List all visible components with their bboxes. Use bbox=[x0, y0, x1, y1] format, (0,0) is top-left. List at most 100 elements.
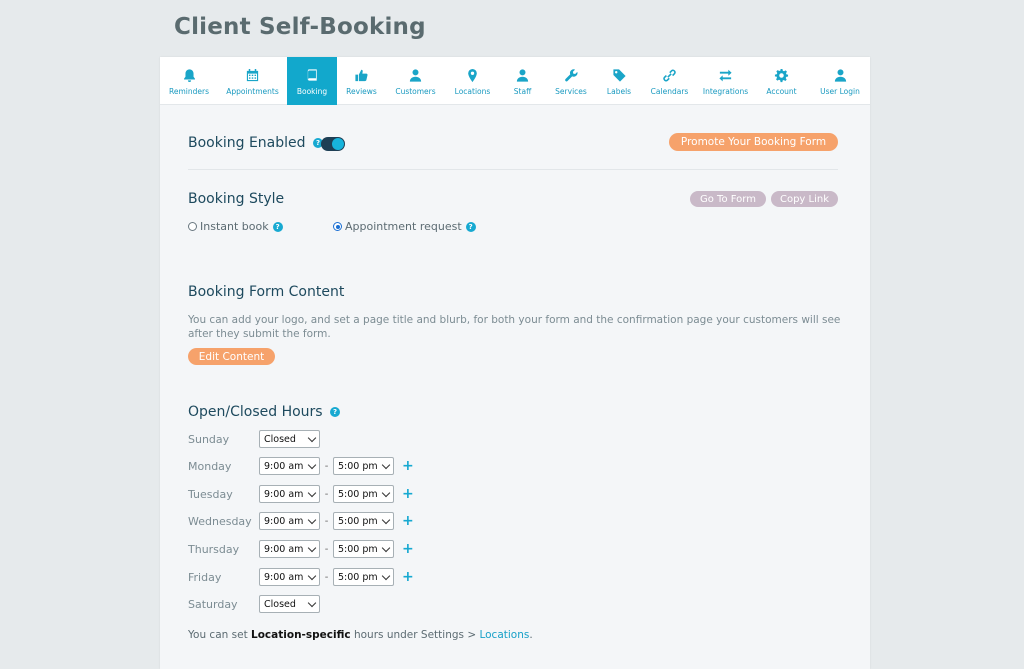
tab-customers[interactable]: Customers bbox=[386, 57, 445, 105]
help-icon[interactable]: ? bbox=[465, 221, 476, 232]
add-hours-button[interactable]: + bbox=[402, 514, 414, 528]
open-time-select[interactable]: 9:00 am bbox=[259, 540, 320, 558]
add-hours-button[interactable]: + bbox=[402, 459, 414, 473]
tab-user-login[interactable]: User Login bbox=[810, 57, 870, 105]
note-text: . bbox=[529, 629, 533, 641]
instant-book-label: Instant book bbox=[200, 220, 269, 233]
chevron-down-icon bbox=[307, 433, 317, 442]
tab-label: Services bbox=[555, 87, 587, 96]
open-time-select-value: 9:00 am bbox=[264, 488, 304, 500]
book-icon bbox=[304, 67, 320, 83]
chevron-down-icon bbox=[381, 488, 391, 497]
tab-integrations[interactable]: Integrations bbox=[698, 57, 753, 105]
tab-label: Staff bbox=[513, 87, 532, 96]
tab-label: Calendars bbox=[650, 87, 689, 96]
booking-style-heading: Booking Style bbox=[188, 191, 285, 207]
tab-reviews[interactable]: Reviews bbox=[337, 57, 386, 105]
help-icon[interactable]: ? bbox=[272, 221, 283, 232]
close-time-select[interactable]: 5:00 pm bbox=[333, 485, 394, 503]
edit-content-button[interactable]: Edit Content bbox=[188, 348, 275, 365]
day-label: Saturday bbox=[188, 597, 238, 611]
tab-staff[interactable]: Staff bbox=[500, 57, 545, 105]
copy-link-button[interactable]: Copy Link bbox=[771, 191, 838, 207]
user-icon bbox=[408, 67, 424, 83]
tab-label: Integrations bbox=[702, 87, 749, 96]
help-icon[interactable]: ? bbox=[330, 407, 341, 417]
tab-appointments[interactable]: Appointments bbox=[218, 57, 287, 105]
close-time-select[interactable]: 5:00 pm bbox=[333, 457, 394, 475]
open-time-select[interactable]: 9:00 am bbox=[259, 512, 320, 530]
tab-label: Customers bbox=[395, 87, 436, 96]
hours-heading: Open/Closed Hours bbox=[188, 404, 323, 420]
tab-label: Reviews bbox=[346, 87, 377, 96]
instant-book-radio[interactable] bbox=[188, 222, 197, 231]
range-separator: - bbox=[324, 515, 329, 527]
bell-icon bbox=[181, 67, 197, 83]
booking-enabled-row: Booking Enabled ? bbox=[188, 135, 323, 151]
booking-enabled-label: Booking Enabled bbox=[188, 135, 306, 151]
tab-booking[interactable]: Booking bbox=[287, 57, 337, 105]
add-hours-button[interactable]: + bbox=[402, 542, 414, 556]
status-select-value: Closed bbox=[264, 433, 296, 445]
chevron-down-icon bbox=[381, 515, 391, 524]
open-time-select-value: 9:00 am bbox=[264, 571, 304, 583]
status-select-value: Closed bbox=[264, 598, 296, 610]
tag-icon bbox=[611, 67, 627, 83]
day-label: Tuesday bbox=[188, 487, 233, 501]
location-hours-note: You can set Location-specific hours unde… bbox=[188, 629, 533, 641]
hours-row: Friday 9:00 am -5:00 pm + bbox=[188, 568, 414, 586]
tab-services[interactable]: Services bbox=[545, 57, 597, 105]
close-time-select-value: 5:00 pm bbox=[338, 571, 378, 583]
chevron-down-icon bbox=[307, 571, 317, 580]
add-hours-button[interactable]: + bbox=[402, 487, 414, 501]
appointment-request-radio[interactable] bbox=[333, 222, 342, 231]
page-title: Client Self-Booking bbox=[174, 14, 426, 40]
toggle-knob bbox=[332, 138, 344, 150]
close-time-select[interactable]: 5:00 pm bbox=[333, 540, 394, 558]
link-icon bbox=[662, 67, 678, 83]
chevron-down-icon bbox=[381, 460, 391, 469]
hours-row: Monday 9:00 am -5:00 pm + bbox=[188, 457, 414, 475]
chevron-down-icon bbox=[381, 571, 391, 580]
chevron-down-icon bbox=[381, 543, 391, 552]
close-time-select[interactable]: 5:00 pm bbox=[333, 512, 394, 530]
user-icon bbox=[832, 67, 848, 83]
form-content-heading: Booking Form Content bbox=[188, 284, 345, 300]
instant-book-option[interactable]: Instant book ? bbox=[188, 220, 283, 233]
open-time-select[interactable]: 9:00 am bbox=[259, 485, 320, 503]
tab-account[interactable]: Account bbox=[753, 57, 810, 105]
open-time-select-value: 9:00 am bbox=[264, 515, 304, 527]
chevron-down-icon bbox=[307, 460, 317, 469]
day-label: Thursday bbox=[188, 542, 240, 556]
tab-labels[interactable]: Labels bbox=[597, 57, 641, 105]
tab-locations[interactable]: Locations bbox=[445, 57, 500, 105]
form-content-description: You can add your logo, and set a page ti… bbox=[188, 314, 841, 340]
appointment-request-option[interactable]: Appointment request ? bbox=[333, 220, 476, 233]
promote-booking-form-button[interactable]: Promote Your Booking Form bbox=[669, 133, 838, 151]
locations-link[interactable]: Locations bbox=[479, 629, 529, 641]
add-hours-button[interactable]: + bbox=[402, 570, 414, 584]
note-text: You can set bbox=[188, 629, 252, 641]
go-to-form-button[interactable]: Go To Form bbox=[690, 191, 766, 207]
tab-label: Reminders bbox=[169, 87, 209, 96]
tab-label: User Login bbox=[820, 87, 860, 96]
close-time-select[interactable]: 5:00 pm bbox=[333, 568, 394, 586]
status-select[interactable]: Closed bbox=[259, 595, 320, 613]
gear-icon bbox=[774, 67, 790, 83]
divider bbox=[188, 169, 838, 170]
hours-row: Wednesday 9:00 am -5:00 pm + bbox=[188, 512, 414, 530]
status-select[interactable]: Closed bbox=[259, 430, 320, 448]
booking-enabled-toggle[interactable] bbox=[321, 137, 345, 151]
settings-tab-bar: Reminders Appointments Booking Reviews Custo… bbox=[160, 57, 870, 105]
chevron-down-icon bbox=[307, 488, 317, 497]
user-icon bbox=[515, 67, 531, 83]
range-separator: - bbox=[324, 571, 329, 583]
tab-label: Account bbox=[766, 87, 797, 96]
calendar-icon bbox=[245, 67, 261, 83]
chevron-down-icon bbox=[307, 543, 317, 552]
open-time-select[interactable]: 9:00 am bbox=[259, 568, 320, 586]
booking-panel: Reminders Appointments Booking Reviews Custo… bbox=[160, 57, 870, 669]
open-time-select[interactable]: 9:00 am bbox=[259, 457, 320, 475]
tab-reminders[interactable]: Reminders bbox=[160, 57, 218, 105]
tab-calendars[interactable]: Calendars bbox=[641, 57, 698, 105]
